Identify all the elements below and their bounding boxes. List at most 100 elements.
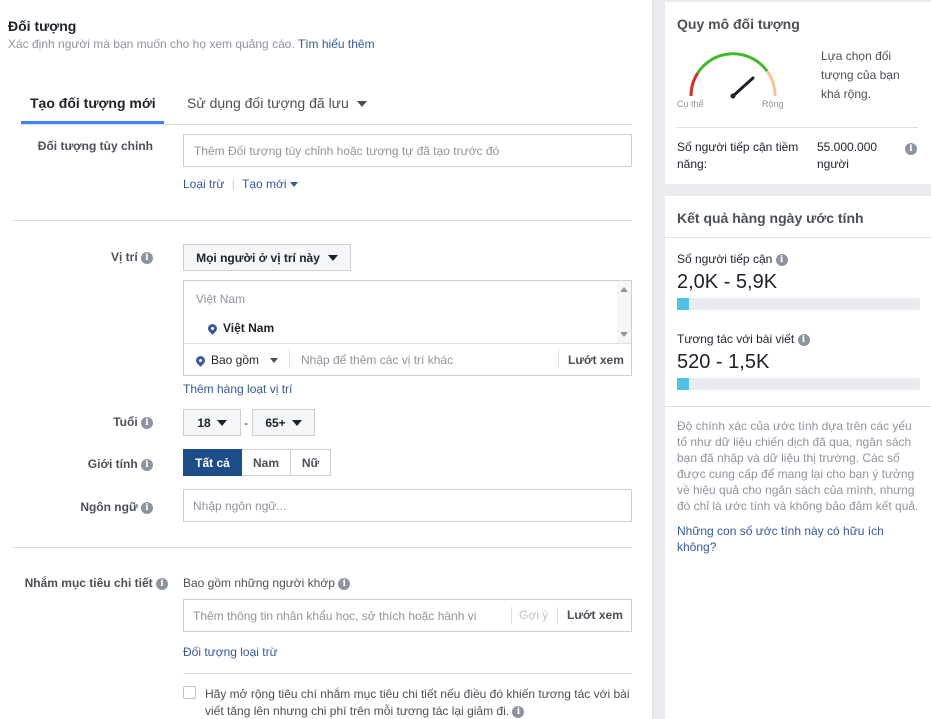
expand-targeting-line: Hãy mở rộng tiêu chí nhắm mục tiêu chi t… (205, 687, 630, 701)
card-divider (677, 127, 918, 128)
info-icon[interactable]: i (156, 577, 168, 590)
reach-label-line: Số người tiếp cận tiềm (677, 140, 799, 154)
disclaimer-line: tố như dữ liệu chiến dịch đã qua, ngân s… (677, 435, 912, 449)
separator (511, 607, 512, 624)
chevron-down-icon (270, 358, 279, 364)
potential-reach-label: Số người tiếp cận tiềm năng: (677, 139, 798, 173)
language-label-text: Ngôn ngữ (80, 500, 138, 514)
language-label: Ngôn ngữ i (10, 500, 153, 514)
feedback-line: không? (677, 540, 717, 554)
chevron-down-icon (291, 419, 302, 426)
daily-reach-label-text: Số người tiếp cận (677, 252, 773, 266)
tab-saved-label: Sử dụng đối tượng đã lưu (187, 95, 349, 111)
separator: | (231, 177, 235, 191)
audience-panel: Đối tượng Xác định người mà bạn muốn cho… (0, 0, 653, 719)
expand-targeting-line: viết tăng lên nhưng chi phí trên mỗi tươ… (205, 703, 630, 719)
location-box-divider (184, 343, 631, 344)
exclude-link[interactable]: Loại trừ (183, 177, 224, 191)
info-icon[interactable]: i (512, 705, 525, 718)
suggestions-button[interactable]: Gợi ý (519, 608, 548, 622)
location-browse-button[interactable]: Lướt xem (568, 353, 624, 367)
separator (289, 349, 290, 367)
gender-female-button[interactable]: Nữ (291, 449, 331, 476)
detailed-targeting-box: Thêm thông tin nhân khẩu học, sở thích h… (183, 599, 632, 632)
detailed-browse-button[interactable]: Lướt xem (567, 608, 623, 622)
create-new-link[interactable]: Tạo mới (242, 177, 298, 191)
detailed-targeting-label: Nhắm mục tiêu chi tiết i (10, 576, 168, 590)
reach-value-line: người (817, 157, 849, 171)
estimate-feedback-link[interactable]: Những con số ước tính này có hữu ích khô… (677, 523, 884, 555)
engagement-label: Tương tác với bài viết i (677, 332, 810, 346)
selected-location-text: Việt Nam (223, 321, 275, 335)
info-icon[interactable]: i (141, 251, 153, 264)
engagement-bar (677, 378, 920, 390)
tab-create-new[interactable]: Tạo đối tượng mới (30, 95, 156, 111)
description-line: Lựa chọn đối (821, 49, 892, 63)
info-icon[interactable]: i (141, 501, 153, 514)
include-matching-label: Bao gồm những người khớp i (183, 576, 351, 590)
location-pin-icon (206, 322, 219, 336)
section-title: Đối tượng (8, 18, 77, 34)
daily-reach-value: 2,0K - 5,9K (677, 271, 778, 293)
location-label: Vị trí i (10, 250, 153, 264)
daily-reach-bar-fill (677, 298, 689, 310)
info-icon[interactable]: i (141, 416, 153, 429)
age-min-dropdown[interactable]: 18 (183, 409, 241, 436)
selected-location[interactable]: Việt Nam (206, 321, 275, 336)
learn-more-link[interactable]: Tìm hiểu thêm (298, 37, 375, 51)
chevron-down-icon (356, 101, 367, 108)
section-subtitle: Xác định người mà bạn muốn cho họ xem qu… (8, 37, 375, 51)
exclude-audience-link[interactable]: Đối tượng loại trừ (183, 645, 278, 659)
scroll-up-icon[interactable] (620, 287, 628, 292)
custom-audience-actions: Loại trừ | Tạo mới (183, 177, 298, 191)
gender-segmented-control: Tất cả Nam Nữ (183, 449, 331, 476)
age-separator: - (244, 416, 248, 430)
expand-targeting-checkbox[interactable] (183, 686, 196, 699)
bulk-add-locations-link[interactable]: Thêm hàng loạt vị trí (183, 382, 292, 396)
info-icon[interactable]: i (797, 333, 810, 346)
chevron-down-icon (289, 182, 298, 188)
expand-targeting-line-text: viết tăng lên nhưng chi phí trên mỗi tươ… (205, 704, 510, 718)
daily-results-card: Kết quả hàng ngày ước tính Số người tiếp… (665, 196, 931, 719)
gauge-specific-label: Cụ thể (677, 99, 704, 109)
info-icon[interactable]: i (338, 577, 351, 590)
location-type-dropdown[interactable]: Mọi người ở vị trí này (183, 244, 351, 271)
audience-gauge-icon (689, 52, 777, 99)
tab-saved-audience[interactable]: Sử dụng đối tượng đã lưu (187, 95, 367, 111)
separator (558, 349, 559, 367)
info-icon[interactable]: i (141, 458, 153, 471)
gender-all-button[interactable]: Tất cả (183, 449, 242, 476)
age-max-dropdown[interactable]: 65+ (252, 409, 315, 436)
disclaimer-line: được cung cấp để mang lại cho bạn ý tưởn… (677, 467, 915, 481)
potential-reach-value: 55.000.000 người (817, 139, 877, 173)
custom-audience-label: Đối tượng tùy chỉnh (37, 139, 153, 153)
subtitle-text: Xác định người mà bạn muốn cho họ xem qu… (8, 37, 295, 51)
info-icon[interactable]: i (905, 142, 917, 155)
daily-reach-bar (677, 298, 920, 310)
gauge-broad-label: Rộng (762, 99, 784, 109)
engagement-bar-fill (677, 378, 689, 390)
location-group-header: Việt Nam (196, 292, 246, 306)
include-dropdown[interactable]: Bao gồm (194, 353, 279, 368)
location-search-input[interactable]: Nhập để thêm các vị trí khác (301, 353, 453, 367)
expand-targeting-text: Hãy mở rộng tiêu chí nhắm mục tiêu chi t… (205, 686, 630, 719)
chevron-down-icon (327, 254, 338, 261)
detailed-targeting-label-text: Nhắm mục tiêu chi tiết (24, 576, 153, 590)
custom-audience-input[interactable]: Thêm Đối tượng tùy chỉnh hoặc tương tự đ… (183, 134, 632, 167)
language-input[interactable]: Nhập ngôn ngữ... (183, 489, 632, 522)
gender-male-button[interactable]: Nam (242, 449, 291, 476)
age-max-value: 65+ (265, 415, 286, 430)
gender-label-text: Giới tính (87, 457, 138, 471)
disclaimer-line: bạn đã nhập và dữ liệu thị trường. Các s… (677, 451, 900, 465)
info-icon[interactable]: i (775, 253, 788, 266)
scrollbar[interactable] (617, 281, 631, 343)
chevron-down-icon (216, 419, 227, 426)
detailed-targeting-input[interactable]: Thêm thông tin nhân khẩu học, sở thích h… (193, 609, 476, 623)
age-min-value: 18 (197, 415, 211, 430)
daily-reach-label: Số người tiếp cận i (677, 252, 788, 266)
section-divider (183, 673, 632, 674)
scroll-down-icon[interactable] (620, 332, 628, 337)
reach-label-line: năng: (677, 157, 708, 171)
description-line: tượng của bạn (821, 68, 900, 82)
separator (557, 607, 558, 624)
